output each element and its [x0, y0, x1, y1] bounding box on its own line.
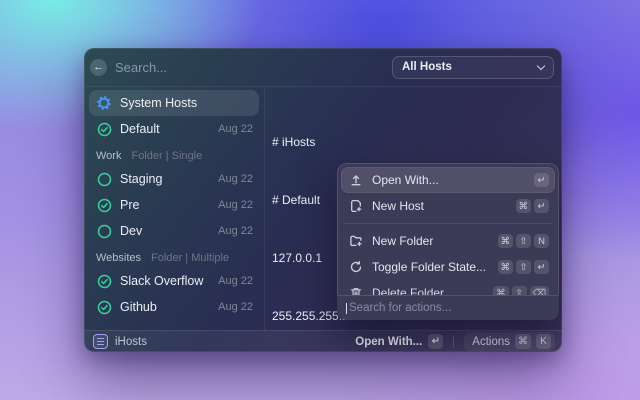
- sidebar-item-system-hosts[interactable]: System Hosts: [89, 90, 259, 116]
- sidebar-item-label: System Hosts: [120, 96, 253, 110]
- menu-item-toggle-folder-state[interactable]: Toggle Folder State... ⌘⇧↵: [341, 254, 555, 280]
- sidebar-item-date: Aug 22: [218, 301, 253, 313]
- sidebar-item-staging[interactable]: Staging Aug 22: [89, 166, 259, 192]
- footer-actions-label: Actions: [472, 336, 510, 348]
- sidebar: System Hosts Default Aug 22 Work Folder …: [84, 87, 265, 330]
- key-n: N: [534, 234, 549, 248]
- status-bar: iHosts Open With... ↵ Actions ⌘ K: [84, 330, 562, 352]
- check-circle-icon: [96, 300, 112, 315]
- sidebar-item-label: Slack Overflow: [120, 274, 210, 288]
- sidebar-section-websites: Websites Folder | Multiple: [96, 252, 252, 266]
- menu-item-open-with[interactable]: Open With... ↵: [341, 167, 555, 193]
- window-header: ← Search... All Hosts: [84, 48, 562, 87]
- sidebar-item-date: Aug 22: [218, 123, 253, 135]
- key-k: K: [536, 334, 551, 349]
- shortcut-keys: ⌘↵: [516, 199, 550, 213]
- key-command: ⌘: [515, 334, 531, 349]
- app-label: iHosts: [115, 336, 348, 348]
- shortcut-keys: ↵: [534, 173, 549, 187]
- ihosts-window: ← Search... All Hosts System: [84, 48, 562, 352]
- footer-actions-button[interactable]: Actions ⌘ K: [464, 332, 555, 351]
- back-arrow-icon: ←: [93, 62, 104, 73]
- filter-selected-value: All Hosts: [402, 61, 452, 73]
- gear-icon: [96, 95, 112, 111]
- actions-search-placeholder: Search for actions...: [349, 302, 451, 314]
- key-command: ⌘: [498, 234, 514, 248]
- actions-menu-panel: Open With... ↵ New Host ⌘↵: [337, 163, 559, 320]
- check-circle-icon: [96, 198, 112, 213]
- actions-menu-list: Open With... ↵ New Host ⌘↵: [337, 163, 559, 310]
- new-folder-icon: [348, 234, 363, 248]
- sidebar-item-label: Staging: [120, 172, 210, 186]
- sidebar-item-date: Aug 22: [218, 199, 253, 211]
- footer-divider: [453, 335, 454, 348]
- check-circle-icon: [96, 122, 112, 137]
- key-command: ⌘: [498, 260, 514, 274]
- new-file-icon: [348, 199, 363, 213]
- actions-search-input[interactable]: Search for actions...: [337, 295, 559, 320]
- section-title: Websites: [96, 252, 141, 264]
- menu-item-new-host[interactable]: New Host ⌘↵: [341, 193, 555, 219]
- sidebar-item-label: Default: [120, 122, 210, 136]
- section-title: Work: [96, 150, 121, 162]
- sidebar-item-label: Dev: [120, 224, 210, 238]
- key-return: ↵: [534, 260, 549, 274]
- shortcut-keys: ⌘⇧↵: [498, 260, 550, 274]
- empty-circle-icon: [96, 172, 112, 187]
- check-circle-icon: [96, 274, 112, 289]
- menu-divider: [343, 223, 553, 224]
- menu-item-label: New Folder: [372, 234, 489, 248]
- sidebar-item-default[interactable]: Default Aug 22: [89, 116, 259, 142]
- refresh-icon: [348, 260, 363, 274]
- sidebar-item-date: Aug 22: [218, 275, 253, 287]
- sidebar-item-date: Aug 22: [218, 173, 253, 185]
- ihosts-app-icon: [93, 334, 108, 349]
- menu-item-label: Toggle Folder State...: [372, 260, 489, 274]
- sidebar-item-label: Pre: [120, 198, 210, 212]
- key-return: ↵: [534, 199, 549, 213]
- desktop-background: ← Search... All Hosts System: [0, 0, 640, 400]
- hosts-line: # iHosts: [272, 133, 562, 152]
- back-button[interactable]: ←: [90, 59, 107, 76]
- menu-item-label: Open With...: [372, 173, 525, 187]
- sidebar-item-slack-overflow[interactable]: Slack Overflow Aug 22: [89, 268, 259, 294]
- sidebar-item-date: Aug 22: [218, 225, 253, 237]
- text-cursor: [346, 303, 347, 314]
- upload-icon: [348, 173, 363, 187]
- sidebar-item-dev[interactable]: Dev Aug 22: [89, 218, 259, 244]
- sidebar-section-work: Work Folder | Single: [96, 150, 252, 164]
- search-input[interactable]: Search...: [115, 60, 392, 75]
- sidebar-item-github[interactable]: Github Aug 22: [89, 294, 259, 320]
- window-body: System Hosts Default Aug 22 Work Folder …: [84, 87, 562, 330]
- footer-open-with-label: Open With...: [355, 336, 422, 348]
- section-meta: Folder | Single: [131, 150, 202, 162]
- section-meta: Folder | Multiple: [151, 252, 229, 264]
- shortcut-keys: ⌘⇧N: [498, 234, 550, 248]
- sidebar-item-pre[interactable]: Pre Aug 22: [89, 192, 259, 218]
- key-return: ↵: [534, 173, 549, 187]
- menu-item-label: New Host: [372, 199, 507, 213]
- key-shift: ⇧: [516, 260, 531, 274]
- key-command: ⌘: [516, 199, 532, 213]
- chevron-down-icon: [537, 61, 545, 69]
- hosts-filter-dropdown[interactable]: All Hosts: [392, 56, 554, 79]
- menu-item-new-folder[interactable]: New Folder ⌘⇧N: [341, 228, 555, 254]
- key-return: ↵: [428, 334, 443, 349]
- sidebar-item-label: Github: [120, 300, 210, 314]
- footer-open-with-button[interactable]: Open With... ↵: [355, 334, 443, 349]
- empty-circle-icon: [96, 224, 112, 239]
- key-shift: ⇧: [516, 234, 531, 248]
